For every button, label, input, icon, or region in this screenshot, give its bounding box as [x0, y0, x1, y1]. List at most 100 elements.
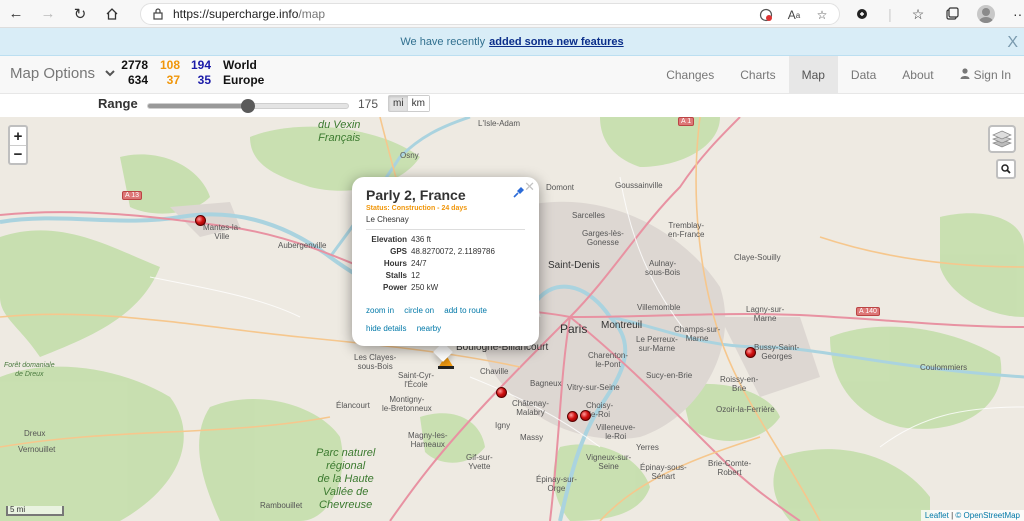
site-popup: ✕ Parly 2, France Status: Construction -…	[352, 177, 539, 346]
reload-icon[interactable]: ↻	[64, 0, 96, 28]
detail-key: Hours	[383, 259, 407, 268]
detail-key: GPS	[390, 247, 407, 256]
stats-row-europe[interactable]: 634 37 35 Europe	[118, 73, 265, 88]
new-features-link[interactable]: added some new features	[489, 36, 624, 48]
tracking-block-icon[interactable]	[757, 6, 775, 24]
map-canvas[interactable]: du Vexin Français L'Isle-Adam Osny Mantes…	[0, 117, 1024, 521]
unit-km-button[interactable]: km	[407, 96, 429, 111]
site-title: Parly 2, France	[366, 187, 466, 203]
map-label: Ozoir-la-Ferrière	[716, 405, 775, 414]
nav-changes[interactable]: Changes	[653, 56, 727, 93]
map-label: Tremblay-en-France	[668, 221, 705, 239]
supercharger-marker[interactable]	[580, 410, 591, 421]
favorite-star-icon[interactable]: ☆	[813, 6, 831, 24]
site-status: Status: Construction - 24 days	[366, 205, 468, 212]
osm-link[interactable]: © OpenStreetMap	[955, 511, 1020, 520]
search-icon	[1001, 164, 1011, 174]
detail-row: Stalls 12	[366, 270, 525, 282]
unit-mi-button[interactable]: mi	[389, 96, 408, 111]
address-bar[interactable]: https://supercharge.info/map Aa ☆	[140, 3, 840, 25]
planned-count: 194	[190, 58, 211, 72]
supercharger-marker[interactable]	[567, 411, 578, 422]
detail-key: Stalls	[385, 271, 407, 280]
supercharger-marker[interactable]	[496, 387, 507, 398]
construction-count: 108	[159, 58, 180, 72]
hide-details-link[interactable]: hide details	[366, 324, 406, 333]
map-label: Aubergenville	[278, 241, 327, 250]
add-to-route-link[interactable]: add to route	[444, 306, 487, 315]
region-label: Europe	[223, 73, 265, 87]
map-search-button[interactable]	[996, 159, 1016, 179]
range-control: Range 175 mi km	[0, 94, 1024, 117]
extension-icon[interactable]	[845, 0, 879, 28]
supercharger-marker[interactable]	[195, 215, 206, 226]
detail-key: Power	[382, 283, 407, 292]
lock-icon[interactable]	[151, 7, 165, 21]
forward-icon[interactable]: →	[32, 0, 64, 28]
close-icon[interactable]: ✕	[524, 179, 535, 195]
nav-data[interactable]: Data	[838, 56, 889, 93]
map-attribution: Leaflet | © OpenStreetMap	[920, 510, 1024, 521]
map-label: Vigneux-sur- Seine	[586, 453, 632, 471]
back-icon[interactable]: ←	[0, 0, 32, 28]
map-label: Montreuil	[601, 320, 643, 331]
map-options-dropdown[interactable]: Map Options	[10, 65, 115, 82]
map-label: Igny	[495, 421, 511, 430]
map-label: Coulommiers	[920, 363, 968, 372]
map-label: Élancourt	[336, 401, 370, 410]
sign-in-link[interactable]: Sign In	[947, 56, 1024, 93]
favorites-icon[interactable]: ☆	[901, 0, 935, 28]
nearby-link[interactable]: nearby	[417, 324, 441, 333]
map-label: Rambouillet	[260, 501, 303, 510]
zoom-in-button[interactable]: +	[10, 127, 26, 145]
map-label: Charenton-le-Pont	[588, 351, 629, 369]
map-label: Forêt domaniale de Dreux	[4, 362, 55, 378]
url-path: /map	[298, 7, 326, 21]
range-slider-handle[interactable]	[241, 99, 255, 113]
map-label: Bagneux	[530, 379, 562, 388]
planned-count: 35	[197, 73, 211, 87]
circle-on-link[interactable]: circle on	[404, 306, 434, 315]
home-icon[interactable]	[96, 0, 128, 28]
map-label: Lagny-sur- Marne	[746, 305, 785, 323]
zoom-control: + −	[8, 125, 28, 165]
map-label: Goussainville	[615, 181, 663, 190]
detail-value: 48.8270072, 2.1189786	[411, 247, 495, 256]
map-label: Magny-les- Hameaux	[408, 431, 448, 449]
nav-charts[interactable]: Charts	[727, 56, 788, 93]
nav-map[interactable]: Map	[788, 56, 838, 93]
zoom-in-link[interactable]: zoom in	[366, 306, 394, 315]
map-label: du Vexin Français	[318, 119, 361, 144]
map-label: Épinay-sur- Orge	[536, 475, 577, 493]
profile-icon[interactable]	[969, 0, 1003, 28]
detail-value: 250 kW	[411, 283, 439, 292]
user-icon	[960, 67, 970, 82]
layers-button[interactable]	[988, 125, 1016, 153]
nav-about[interactable]: About	[889, 56, 946, 93]
map-label: L'Isle-Adam	[478, 119, 520, 128]
range-slider[interactable]	[147, 99, 349, 113]
detail-row: Power 250 kW	[366, 282, 525, 294]
popup-actions: zoom in circle on add to route hide deta…	[366, 302, 525, 338]
close-banner-button[interactable]: X	[1007, 34, 1018, 52]
pin-icon[interactable]	[513, 186, 525, 201]
stats-row-world[interactable]: 2778 108 194 World	[118, 58, 261, 73]
map-label: Roissy-en- Brie	[720, 375, 759, 393]
read-aloud-icon[interactable]: Aa	[785, 6, 803, 24]
sign-in-label: Sign In	[973, 67, 1011, 82]
more-menu-icon[interactable]: ···	[1003, 0, 1024, 28]
supercharger-marker[interactable]	[745, 347, 756, 358]
collections-icon[interactable]	[935, 0, 969, 28]
range-label: Range	[98, 96, 138, 111]
highway-shield: A 140	[856, 307, 880, 316]
layers-icon	[992, 130, 1012, 148]
leaflet-link[interactable]: Leaflet	[925, 511, 949, 520]
range-value: 175	[358, 97, 379, 111]
map-label: Châtenay- Malabry	[512, 399, 549, 417]
map-label: Mantes-la- Ville	[203, 223, 241, 241]
map-label: Dreux	[24, 429, 46, 438]
browser-toolbar: ← → ↻ https://supercharge.info/map Aa ☆ …	[0, 0, 1024, 28]
map-label: Sarcelles	[572, 211, 605, 220]
zoom-out-button[interactable]: −	[10, 145, 26, 163]
map-label: Garges-lès- Gonesse	[582, 229, 624, 247]
